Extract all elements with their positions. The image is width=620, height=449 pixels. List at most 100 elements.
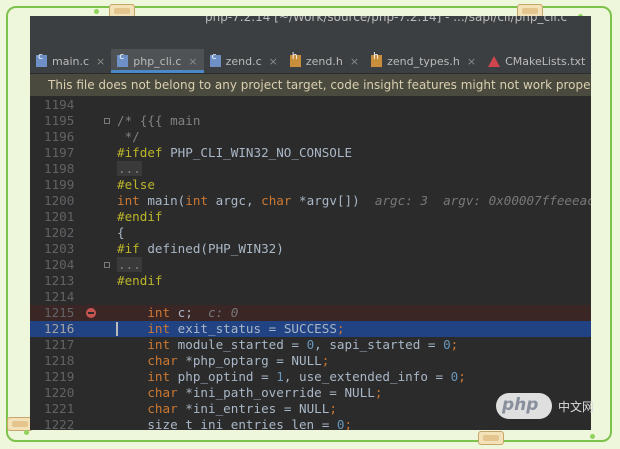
tab-label: zend.c bbox=[225, 54, 262, 68]
code-text: char *ini_entries = NULL; bbox=[117, 401, 337, 417]
code-text: #else bbox=[117, 177, 155, 193]
code-line[interactable]: 1213 #endif bbox=[30, 273, 591, 289]
tab-main-c[interactable]: main.c × bbox=[30, 49, 111, 73]
code-text: ... bbox=[117, 257, 142, 273]
code-token: ; bbox=[458, 369, 466, 384]
code-editor[interactable]: 1194 1195/* {{{ main 1196 */1197 #ifdef PHP… bbox=[30, 96, 591, 430]
code-text: /* {{{ main bbox=[117, 113, 200, 129]
line-number: 1204 bbox=[44, 257, 75, 272]
editor-tab-bar: main.c×php_cli.c×zend.c×zend.h×zend_type… bbox=[30, 49, 591, 74]
code-line[interactable]: 1200 int main(int argc, char *argv[]) arg… bbox=[30, 193, 591, 209]
code-token: char bbox=[261, 193, 300, 208]
tab-zend-h[interactable]: zend.h × bbox=[284, 49, 365, 73]
code-token: int bbox=[185, 193, 216, 208]
code-token: ... bbox=[117, 257, 142, 272]
code-token: #if bbox=[117, 241, 148, 256]
window-title: php-7.2.14 [~/Work/source/php-7.2.14] - … bbox=[205, 16, 568, 24]
code-token: ; bbox=[336, 321, 345, 336]
cmake-file-icon bbox=[488, 55, 501, 67]
code-line[interactable]: 1201 #endif bbox=[30, 209, 591, 225]
c-file-icon bbox=[117, 52, 129, 67]
dot-decoration bbox=[94, 9, 99, 14]
code-token: #else bbox=[117, 177, 155, 192]
code-token: defined(PHP_WIN32) bbox=[147, 241, 284, 256]
tab-label: zend.h bbox=[305, 54, 343, 68]
window-titlebar: php-7.2.14 [~/Work/source/php-7.2.14] - … bbox=[30, 16, 591, 49]
ide-window: php-7.2.14 [~/Work/source/php-7.2.14] - … bbox=[30, 16, 591, 430]
close-icon[interactable]: × bbox=[96, 55, 105, 68]
c-file-icon bbox=[209, 52, 221, 67]
code-line[interactable]: 1219 int php_optind = 1, use_extended_in… bbox=[30, 369, 591, 385]
h-file-icon bbox=[371, 52, 383, 67]
line-number: 1196 bbox=[44, 129, 75, 144]
code-token: php_optind = bbox=[177, 369, 277, 384]
tab-zend-types-h[interactable]: zend_types.h × bbox=[365, 49, 482, 73]
code-token: module_started = bbox=[177, 337, 307, 352]
code-line[interactable]: 1214 bbox=[30, 289, 591, 305]
code-line[interactable]: 1196 */ bbox=[30, 129, 591, 145]
code-token: 0 bbox=[443, 337, 451, 352]
tab-zend-c[interactable]: zend.c × bbox=[204, 49, 284, 73]
close-icon[interactable]: × bbox=[269, 55, 278, 68]
line-number: 1219 bbox=[44, 369, 75, 384]
code-text: */ bbox=[117, 129, 140, 145]
code-line[interactable]: 1195 /* {{{ main bbox=[30, 113, 591, 129]
dot-decoration bbox=[24, 430, 29, 435]
code-text: #endif bbox=[117, 273, 163, 289]
code-line[interactable]: 1198... bbox=[30, 161, 591, 177]
code-token: /* {{{ main bbox=[117, 113, 201, 128]
tab-php-cli-c[interactable]: php_cli.c × bbox=[111, 49, 205, 73]
code-line[interactable]: 1217 int module_started = 0, sapi_starte… bbox=[30, 337, 591, 353]
code-token: ; bbox=[374, 385, 383, 400]
code-text: { bbox=[117, 225, 125, 241]
code-line[interactable]: 1197 #ifdef PHP_CLI_WIN32_NO_CONSOLE bbox=[30, 145, 591, 161]
code-token: int bbox=[117, 369, 178, 384]
code-token: ; bbox=[321, 353, 330, 368]
dot-decoration bbox=[590, 434, 595, 439]
breakpoint-icon[interactable] bbox=[86, 308, 96, 318]
code-line[interactable]: 1203 #if defined(PHP_WIN32) bbox=[30, 241, 591, 257]
code-text: char *ini_path_override = NULL; bbox=[117, 385, 382, 401]
code-token: ... bbox=[117, 161, 142, 176]
code-token: *argv[]) bbox=[299, 193, 375, 208]
code-line[interactable]: 1194 bbox=[30, 97, 591, 113]
code-line[interactable]: 1202 { bbox=[30, 225, 591, 241]
line-number: 1218 bbox=[44, 353, 75, 368]
fold-toggle-icon[interactable] bbox=[104, 262, 110, 268]
php-logo-text: php bbox=[502, 395, 539, 415]
tab-label: zend_types.h bbox=[387, 54, 460, 68]
close-icon[interactable]: × bbox=[467, 55, 476, 68]
code-token: , use_extended_info = bbox=[283, 369, 451, 384]
line-number: 1222 bbox=[44, 417, 75, 430]
code-text: ... bbox=[117, 161, 142, 177]
code-token: *ini_path_override = NULL bbox=[185, 385, 375, 400]
close-icon[interactable]: × bbox=[350, 55, 359, 68]
line-number: 1195 bbox=[44, 113, 75, 128]
code-line[interactable]: 1215 int c; c: 0 bbox=[30, 305, 591, 321]
tab-cmakelists-txt[interactable]: CMakeLists.txt× bbox=[482, 49, 591, 73]
line-number: 1216 bbox=[44, 321, 75, 336]
code-token: int bbox=[117, 305, 178, 320]
code-token: ; bbox=[450, 337, 459, 352]
code-token: , sapi_started = bbox=[314, 337, 444, 352]
code-line[interactable]: 1199 #else bbox=[30, 177, 591, 193]
code-token: int bbox=[117, 193, 148, 208]
fold-toggle-icon[interactable] bbox=[104, 118, 110, 124]
project-warning-banner: This file does not belong to any project… bbox=[30, 74, 591, 96]
code-line[interactable]: 1204... bbox=[30, 257, 591, 273]
code-token: PHP_CLI_WIN32_NO_CONSOLE bbox=[170, 145, 353, 160]
code-text: int exit_status = SUCCESS; bbox=[117, 321, 345, 337]
code-text: int main(int argc, char *argv[]) argc: 3… bbox=[117, 193, 591, 209]
code-line[interactable]: 1218 char *php_optarg = NULL; bbox=[30, 353, 591, 369]
line-number: 1194 bbox=[44, 97, 75, 112]
code-token: */ bbox=[117, 129, 140, 144]
code-token: ; bbox=[329, 401, 337, 416]
close-icon[interactable]: × bbox=[188, 55, 197, 68]
code-text: size_t ini_entries_len = 0; bbox=[117, 417, 352, 430]
code-token: #endif bbox=[117, 273, 163, 288]
code-text: char *php_optarg = NULL; bbox=[117, 353, 329, 369]
line-number: 1201 bbox=[44, 209, 75, 224]
code-token: ; bbox=[344, 417, 353, 430]
code-text: #endif bbox=[117, 209, 163, 225]
code-line[interactable]: 1216 int exit_status = SUCCESS; bbox=[30, 321, 591, 337]
